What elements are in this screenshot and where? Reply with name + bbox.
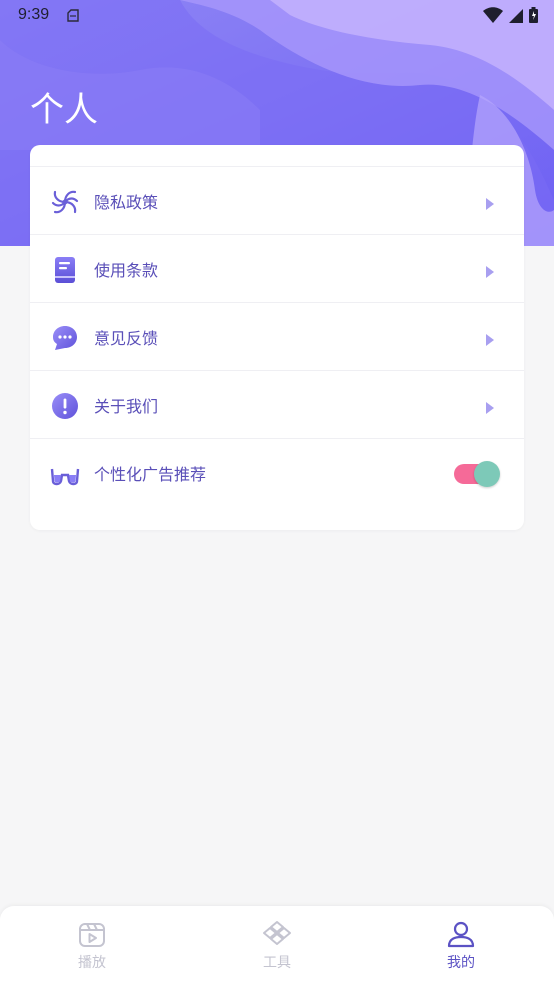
bottom-nav: 播放 工具 我的 xyxy=(0,906,554,984)
chevron-right-icon xyxy=(486,399,494,414)
tools-icon xyxy=(262,920,292,950)
pinwheel-icon xyxy=(50,187,80,217)
user-icon xyxy=(446,920,476,950)
chevron-right-icon xyxy=(486,195,494,210)
info-exclamation-icon xyxy=(50,391,80,421)
notification-icon xyxy=(66,8,80,27)
glasses-icon xyxy=(50,461,80,491)
menu-item-terms-of-use[interactable]: 使用条款 xyxy=(30,234,524,302)
menu-item-about-us[interactable]: 关于我们 xyxy=(30,370,524,438)
menu-item-label: 个性化广告推荐 xyxy=(94,465,207,484)
nav-label: 播放 xyxy=(78,955,106,971)
status-time: 9:39 xyxy=(18,6,50,23)
settings-card: 隐私政策 使用条款 意见反馈 关于我们 个性化广告推荐 xyxy=(30,145,524,530)
menu-item-label: 隐私政策 xyxy=(94,193,159,212)
wifi-icon xyxy=(483,7,503,27)
nav-tab-mine[interactable]: 我的 xyxy=(416,920,506,972)
menu-item-personalized-ads: 个性化广告推荐 xyxy=(30,438,524,506)
nav-tab-tools[interactable]: 工具 xyxy=(232,920,322,972)
chevron-right-icon xyxy=(486,263,494,278)
menu-item-privacy-policy[interactable]: 隐私政策 xyxy=(30,166,524,234)
nav-label: 工具 xyxy=(263,955,291,971)
menu-item-label: 使用条款 xyxy=(94,261,159,280)
personalized-ads-toggle[interactable] xyxy=(454,461,500,487)
nav-tab-play[interactable]: 播放 xyxy=(47,920,137,972)
status-bar: 9:39 xyxy=(0,0,554,32)
menu-item-feedback[interactable]: 意见反馈 xyxy=(30,302,524,370)
toggle-knob xyxy=(474,461,500,487)
play-icon xyxy=(77,920,107,950)
document-icon xyxy=(50,255,80,285)
chevron-right-icon xyxy=(486,331,494,346)
menu-item-label: 意见反馈 xyxy=(94,329,159,348)
chat-bubble-icon xyxy=(50,323,80,353)
signal-icon xyxy=(509,8,523,27)
page-title: 个人 xyxy=(30,90,98,130)
nav-label: 我的 xyxy=(447,955,475,971)
menu-item-label: 关于我们 xyxy=(94,397,159,416)
battery-icon xyxy=(529,7,538,27)
